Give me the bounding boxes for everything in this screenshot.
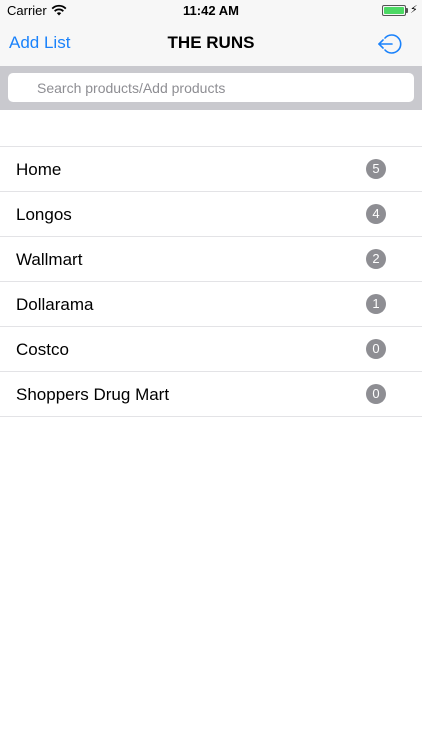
list-item-name: Costco <box>16 340 69 359</box>
list-item-name: Home <box>16 160 62 179</box>
list-item[interactable]: Longos 4 <box>0 192 422 237</box>
item-count-badge: 0 <box>366 384 386 404</box>
battery-cap <box>406 8 408 13</box>
search-input[interactable] <box>8 73 414 102</box>
list-item[interactable]: Home 5 <box>0 147 422 192</box>
list-item-name: Wallmart <box>16 250 83 269</box>
charging-bolt-icon: ⚡ <box>410 4 418 16</box>
item-count-badge: 4 <box>366 204 386 224</box>
list-item[interactable]: Shoppers Drug Mart 0 <box>0 372 422 417</box>
list-item[interactable]: Dollarama 1 <box>0 282 422 327</box>
item-count-badge: 2 <box>366 249 386 269</box>
list-item-name: Longos <box>16 205 72 224</box>
battery-level <box>384 7 404 14</box>
list-item-name: Shoppers Drug Mart <box>16 385 170 404</box>
item-count-badge: 1 <box>366 294 386 314</box>
item-count-badge: 5 <box>366 159 386 179</box>
list-item-name: Dollarama <box>16 295 94 314</box>
item-count-badge: 0 <box>366 339 386 359</box>
add-list-button[interactable]: Add List <box>9 33 70 53</box>
store-list: Home 5 Longos 4 Wallmart 2 Dollarama 1 C… <box>0 146 422 417</box>
status-bar: Carrier 11:42 AM ⚡ <box>0 0 422 22</box>
navigation-bar: Add List THE RUNS <box>0 22 422 66</box>
logout-icon[interactable] <box>377 32 403 56</box>
clock-time: 11:42 AM <box>183 3 239 18</box>
battery-icon <box>382 5 406 16</box>
search-bar <box>0 66 422 110</box>
list-item[interactable]: Costco 0 <box>0 327 422 372</box>
list-item[interactable]: Wallmart 2 <box>0 237 422 282</box>
